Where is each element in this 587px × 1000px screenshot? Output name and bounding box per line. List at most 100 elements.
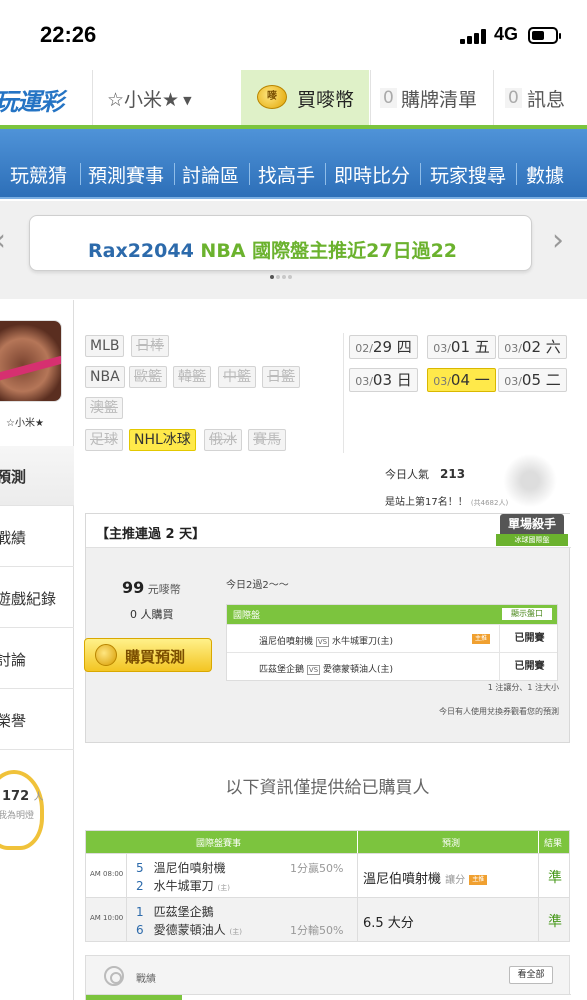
- chevron-right-icon[interactable]: ›: [552, 223, 564, 258]
- caret-down-icon: ▼: [183, 94, 192, 107]
- show-odds-button[interactable]: 顯示盤口: [501, 607, 553, 621]
- sidebar-item-record[interactable]: 戰績: [0, 507, 74, 567]
- top-pick-flag: 主推: [469, 874, 488, 885]
- coin-icon: [95, 644, 117, 666]
- result-mark: 準: [548, 870, 562, 886]
- killer-badge: 單場殺手 冰球國際盤: [496, 510, 568, 550]
- sidebar-item-game-log[interactable]: 遊戲紀錄: [0, 568, 74, 628]
- league-tag-china-basketball: 中籃: [218, 366, 256, 388]
- results-table: 國際盤賽事 預測 結果 AM 08:00 5 溫尼伯噴射機 1分贏50% 2 水牛城…: [85, 830, 570, 942]
- purchaser-note: 以下資訊僅提供給已購買人: [225, 778, 430, 798]
- table-row: 溫尼伯噴射機 VS 水牛城軍刀(主) 主推 已開賽: [227, 624, 559, 653]
- site-logo[interactable]: 玩運彩: [0, 82, 64, 117]
- column-header-prediction: 預測: [442, 839, 461, 849]
- date-button[interactable]: 03/01 五: [427, 335, 496, 359]
- bet-rule-text: 1 注讓分、1 注大小: [487, 683, 559, 692]
- decorative-splash-icon: [495, 453, 565, 508]
- signal-icon: [460, 28, 488, 44]
- match-status: 已開賽: [499, 625, 559, 653]
- league-tag-japan-basketball: 日籃: [262, 366, 300, 388]
- battery-icon: [528, 27, 561, 44]
- user-name: ☆小米★: [107, 89, 180, 111]
- see-all-button[interactable]: 看全部: [509, 966, 553, 984]
- user-menu[interactable]: ☆小米★ ▼: [107, 85, 192, 112]
- record-panel: 戰績 看全部: [85, 955, 571, 1000]
- streak-title: 【主推連過 2 天】: [96, 527, 206, 542]
- record-label: 戰績: [136, 974, 156, 985]
- carousel-dot[interactable]: [288, 275, 292, 279]
- cart-count-badge: 0: [380, 88, 397, 108]
- cart-link[interactable]: 購牌清單: [401, 85, 477, 112]
- chevron-left-icon[interactable]: ‹: [0, 223, 6, 258]
- banner-slide[interactable]: Rax22044 NBA 國際盤主推近27日過22: [29, 215, 532, 271]
- league-tag-nhl[interactable]: NHL冰球: [129, 429, 196, 451]
- menu-item-experts[interactable]: 找高手: [258, 161, 315, 188]
- league-tag-nba[interactable]: NBA: [85, 366, 125, 388]
- main-menu: 玩競猜 預測賽事 討論區 找高手 即時比分 玩家搜尋 數據: [0, 129, 587, 199]
- table-row: 匹茲堡企鵝 VS 愛德蒙頓油人(主) 已開賽: [227, 652, 559, 681]
- banner-headline: NBA 國際盤主推近27日過22: [193, 240, 458, 262]
- league-tag-khl: 俄冰: [204, 429, 242, 451]
- top-nav: 玩運彩 ☆小米★ ▼ 嘜 買嘜幣 0 購牌清單 0 訊息: [0, 70, 587, 126]
- league-tag-aus-basketball: 澳籃: [85, 397, 123, 419]
- column-header-match: 國際盤賽事: [196, 839, 242, 849]
- league-tag-horse-racing: 賽馬: [248, 429, 286, 451]
- avatar[interactable]: [0, 320, 62, 402]
- coin-icon: 嘜: [257, 85, 287, 109]
- message-count-badge: 0: [505, 88, 522, 108]
- match-status: 已開賽: [499, 653, 559, 681]
- league-tag-euro-basketball: 歐籃: [129, 366, 167, 388]
- menu-item-forum[interactable]: 討論區: [182, 161, 239, 188]
- table-row: AM 10:00 1 匹茲堡企鵝 6 愛德蒙頓油人 (主) 1分輸50% 6.5 大…: [86, 897, 569, 942]
- result-mark: 準: [548, 914, 562, 930]
- sidebar: ☆小米★ 預測 戰績 遊戲紀錄 討論 榮譽 172 人 我為明燈: [0, 300, 74, 1000]
- buy-prediction-button[interactable]: 購買預測: [84, 638, 212, 672]
- buy-coins-label: 買嘜幣: [297, 89, 355, 111]
- sidebar-item-predictions[interactable]: 預測: [0, 446, 74, 506]
- pick-table-title: 國際盤: [233, 611, 261, 621]
- banner-user: Rax22044: [88, 240, 194, 262]
- league-tag-npb: 日棒: [131, 335, 169, 357]
- bulb-count: 172 人: [2, 789, 44, 804]
- date-button[interactable]: 02/29 四: [349, 335, 418, 359]
- status-time: 22:26: [40, 22, 97, 47]
- coupon-note: 今日有人使用兌換券觀看您的預測: [439, 707, 559, 716]
- network-label: 4G: [494, 24, 519, 44]
- rank-text: 是站上第17名！！ (共4682人): [385, 497, 509, 508]
- menu-item-live-scores[interactable]: 即時比分: [334, 161, 410, 188]
- avatar-name: ☆小米★: [6, 418, 44, 429]
- target-icon: [104, 966, 124, 986]
- buyer-count: 0 人購買: [130, 608, 174, 621]
- buy-coins-button[interactable]: 嘜 買嘜幣: [241, 70, 369, 126]
- popularity: 今日人氣 213: [385, 467, 466, 481]
- top-pick-flag: 主推: [472, 634, 490, 644]
- league-tag-soccer: 足球: [85, 429, 123, 451]
- league-tag-korea-basketball: 韓籃: [173, 366, 211, 388]
- today-summary: 今日2過2～～: [226, 580, 289, 591]
- date-button[interactable]: 03/03 日: [349, 368, 418, 392]
- pick-table: 國際盤 顯示盤口 溫尼伯噴射機 VS 水牛城軍刀(主) 主推 已開賽 匹茲堡企鵝…: [226, 604, 558, 681]
- menu-item-data[interactable]: 數據: [526, 161, 564, 188]
- menu-item-predictions[interactable]: 預測賽事: [88, 161, 164, 188]
- menu-item-guess[interactable]: 玩競猜: [10, 161, 67, 188]
- column-header-result: 結果: [544, 839, 563, 849]
- banner-carousel: ‹ Rax22044 NBA 國際盤主推近27日過22 ›: [0, 201, 587, 299]
- prediction-panel: 【主推連過 2 天】 單場殺手 冰球國際盤 99 元嘜幣 0 人購買 購買預測 …: [84, 510, 571, 743]
- carousel-dots: [270, 275, 292, 279]
- divider: [343, 333, 344, 453]
- status-bar: 22:26 4G: [0, 0, 587, 70]
- sidebar-item-honors[interactable]: 榮譽: [0, 690, 74, 750]
- carousel-dot[interactable]: [282, 275, 286, 279]
- sidebar-item-discussion[interactable]: 討論: [0, 629, 74, 689]
- carousel-dot[interactable]: [276, 275, 280, 279]
- date-button[interactable]: 03/04 一: [427, 368, 496, 392]
- messages-link[interactable]: 訊息: [527, 85, 565, 112]
- bulb-label: 我為明燈: [0, 811, 35, 821]
- date-button[interactable]: 03/05 二: [498, 368, 567, 392]
- carousel-dot[interactable]: [270, 275, 274, 279]
- menu-item-player-search[interactable]: 玩家搜尋: [430, 161, 506, 188]
- league-tag-mlb[interactable]: MLB: [85, 335, 125, 357]
- price: 99 元嘜幣: [122, 578, 181, 597]
- table-row: AM 08:00 5 溫尼伯噴射機 1分贏50% 2 水牛城軍刀 (主) 溫尼伯噴射…: [86, 853, 569, 898]
- date-button[interactable]: 03/02 六: [498, 335, 567, 359]
